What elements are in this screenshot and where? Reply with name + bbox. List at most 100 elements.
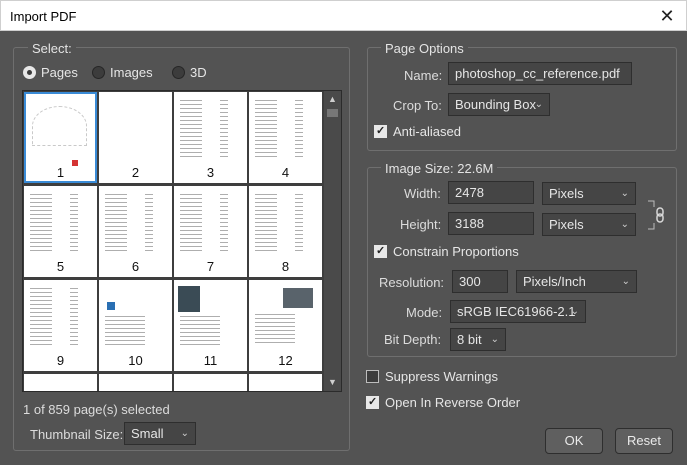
crop-select[interactable]: Bounding Box ⌄ <box>448 93 550 116</box>
page-text <box>255 194 277 254</box>
page-thumbnail[interactable] <box>24 374 97 391</box>
anti-aliased-check[interactable] <box>374 124 387 138</box>
page-thumbnail[interactable] <box>99 374 172 391</box>
page-number: 2 <box>131 165 140 180</box>
resolution-label: Resolution: <box>379 275 445 290</box>
page-text <box>255 314 295 346</box>
width-label: Width: <box>404 186 441 201</box>
page-number: 7 <box>206 259 215 274</box>
page-thumbnail[interactable]: 1 <box>24 92 97 183</box>
page-text <box>30 288 52 348</box>
page-thumbnail[interactable]: 9 <box>24 280 97 371</box>
reverse-order-check[interactable] <box>366 395 379 409</box>
page-text <box>180 194 202 254</box>
height-value: 3188 <box>455 216 484 231</box>
suppress-warnings-check[interactable] <box>366 370 379 383</box>
radio-pages[interactable]: Pages <box>23 65 78 80</box>
crop-value: Bounding Box <box>455 97 536 112</box>
chevron-down-icon: ⌄ <box>620 219 629 230</box>
chevron-down-icon: ⌄ <box>534 99 543 110</box>
window-title: Import PDF <box>10 9 77 24</box>
anti-aliased-label: Anti-aliased <box>393 124 461 139</box>
anti-aliased-checkbox[interactable]: Anti-aliased <box>374 124 461 139</box>
thumbnail-size-value: Small <box>131 426 164 441</box>
radio-images-label: Images <box>110 65 153 80</box>
page-figure <box>107 302 115 310</box>
thumbnail-list[interactable]: 1 2 3 4 5 6 7 8 9 10 11 12 ▲ ▼ <box>22 90 342 392</box>
page-thumbnail[interactable]: 5 <box>24 186 97 277</box>
resolution-field[interactable]: 300 <box>452 270 508 293</box>
page-thumbnail[interactable]: 8 <box>249 186 322 277</box>
thumbnail-scrollbar[interactable]: ▲ ▼ <box>324 91 341 391</box>
radio-pages-label: Pages <box>41 65 78 80</box>
radio-pages-dot[interactable] <box>23 66 36 79</box>
page-text <box>105 194 127 254</box>
radio-images-dot[interactable] <box>92 66 105 79</box>
height-field[interactable]: 3188 <box>448 212 534 235</box>
page-text <box>295 194 303 254</box>
mode-label: Mode: <box>406 305 443 320</box>
title-bar: Import PDF ✕ <box>0 0 687 31</box>
page-text <box>30 194 52 254</box>
width-unit-select[interactable]: Pixels ⌄ <box>542 182 636 205</box>
reverse-order-checkbox[interactable]: Open In Reverse Order <box>366 395 520 410</box>
select-legend: Select: <box>28 41 76 56</box>
page-text <box>295 100 303 160</box>
thumbnail-size-label: Thumbnail Size: <box>30 427 124 442</box>
radio-3d[interactable]: 3D <box>172 65 207 80</box>
bitdepth-value: 8 bit <box>457 332 482 347</box>
page-thumbnail[interactable]: 2 <box>99 92 172 183</box>
page-figure <box>283 288 313 308</box>
name-label: Name: <box>404 68 443 83</box>
page-text <box>180 316 220 346</box>
ok-button[interactable]: OK <box>545 428 603 454</box>
radio-3d-label: 3D <box>190 65 207 80</box>
page-thumbnail[interactable] <box>249 374 322 391</box>
page-number: 8 <box>281 259 290 274</box>
page-text <box>70 194 78 254</box>
page-thumbnail[interactable]: 4 <box>249 92 322 183</box>
page-thumbnail[interactable]: 6 <box>99 186 172 277</box>
close-icon[interactable]: ✕ <box>654 4 680 28</box>
radio-3d-dot[interactable] <box>172 66 185 79</box>
page-number: 11 <box>203 353 218 368</box>
page-thumbnail[interactable]: 3 <box>174 92 247 183</box>
suppress-warnings-label: Suppress Warnings <box>385 369 498 384</box>
page-thumbnail[interactable]: 11 <box>174 280 247 371</box>
scroll-up-icon[interactable]: ▲ <box>324 91 341 108</box>
page-text <box>220 194 228 254</box>
mode-select[interactable]: sRGB IEC61966-2.1 ⌄ <box>450 300 586 323</box>
name-value: photoshop_cc_reference.pdf <box>455 66 620 81</box>
page-thumbnail[interactable] <box>174 374 247 391</box>
name-field[interactable]: photoshop_cc_reference.pdf <box>448 62 632 85</box>
constrain-label: Constrain Proportions <box>393 244 519 259</box>
page-artwork <box>32 106 87 146</box>
suppress-warnings-checkbox[interactable]: Suppress Warnings <box>366 369 498 384</box>
mode-value: sRGB IEC61966-2.1 <box>457 304 576 319</box>
page-thumbnail[interactable]: 10 <box>99 280 172 371</box>
height-unit-select[interactable]: Pixels ⌄ <box>542 213 636 236</box>
page-thumbnail[interactable]: 12 <box>249 280 322 371</box>
image-size-legend: Image Size: 22.6M <box>381 161 498 176</box>
reset-button[interactable]: Reset <box>615 428 673 454</box>
page-number: 4 <box>281 165 290 180</box>
page-number: 10 <box>128 353 143 368</box>
radio-images[interactable]: Images <box>92 65 153 80</box>
bitdepth-label: Bit Depth: <box>384 332 442 347</box>
constrain-checkbox[interactable]: Constrain Proportions <box>374 244 519 259</box>
page-thumbnail[interactable]: 7 <box>174 186 247 277</box>
thumbnail-size-select[interactable]: Small ⌄ <box>124 422 196 445</box>
resolution-unit-value: Pixels/Inch <box>523 274 586 289</box>
scroll-down-icon[interactable]: ▼ <box>324 374 341 391</box>
resolution-unit-select[interactable]: Pixels/Inch ⌄ <box>516 270 637 293</box>
width-unit-value: Pixels <box>549 186 584 201</box>
page-number: 3 <box>206 165 215 180</box>
scroll-thumb[interactable] <box>327 109 338 117</box>
constrain-check[interactable] <box>374 244 387 258</box>
page-text <box>255 100 277 160</box>
link-icon[interactable] <box>644 199 668 231</box>
bitdepth-select[interactable]: 8 bit ⌄ <box>450 328 506 351</box>
page-options-legend: Page Options <box>381 41 468 56</box>
width-field[interactable]: 2478 <box>448 181 534 204</box>
page-figure <box>178 286 200 312</box>
